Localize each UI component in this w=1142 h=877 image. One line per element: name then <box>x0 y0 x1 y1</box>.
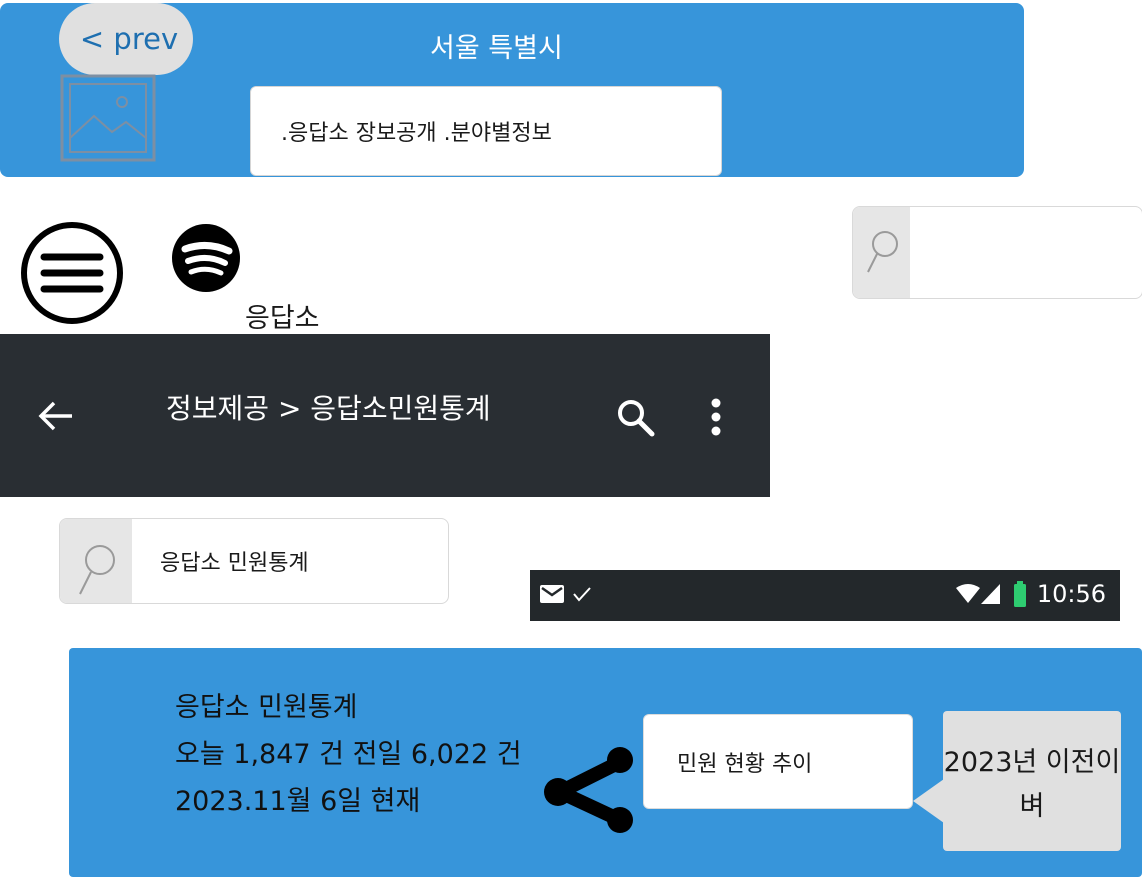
app-bar: 정보제공 > 응답소민원통계 <box>0 334 770 497</box>
tooltip-arrow <box>913 779 944 823</box>
stats-text: 응답소 민원통계 오늘 1,847 건 전일 6,022 건 2023.11월 … <box>175 684 545 825</box>
search-icon[interactable] <box>614 396 658 444</box>
signal-icon <box>981 583 1001 609</box>
spotify-label: 응답소 <box>245 303 320 334</box>
more-vert-icon[interactable] <box>710 398 722 440</box>
trend-button[interactable]: 민원 현황 추이 <box>643 714 913 809</box>
wifi-icon <box>956 584 980 608</box>
status-bar: 10:56 <box>530 570 1120 621</box>
tooltip: 2023년 이전이 벼 <box>943 711 1121 851</box>
menu-circle-icon[interactable] <box>20 221 124 329</box>
header-nav-box[interactable]: .응답소 장보공개 .분야별정보 <box>250 86 722 176</box>
app-bar-title: 정보제공 > 응답소민원통계 <box>166 392 491 425</box>
share-icon[interactable] <box>540 744 636 838</box>
arrow-left-icon[interactable] <box>36 396 76 440</box>
search-icon <box>853 207 910 298</box>
mail-icon <box>540 585 564 607</box>
check-icon <box>572 585 592 607</box>
search-input[interactable] <box>852 206 1142 299</box>
search-icon <box>60 519 132 603</box>
search-value: 응답소 민원통계 <box>160 551 309 576</box>
spotify-icon[interactable] <box>171 223 241 297</box>
stats-counts: 오늘 1,847 건 전일 6,022 건 <box>175 739 522 770</box>
prev-button[interactable]: < prev <box>59 3 193 75</box>
status-time: 10:56 <box>1036 580 1106 608</box>
battery-icon <box>1014 581 1026 611</box>
stats-search-input[interactable]: 응답소 민원통계 <box>59 518 449 604</box>
header-title: 서울 특별시 <box>430 33 563 64</box>
stats-title: 응답소 민원통계 <box>175 692 358 723</box>
image-icon <box>60 74 156 162</box>
stats-date: 2023.11월 6일 현재 <box>175 786 421 817</box>
